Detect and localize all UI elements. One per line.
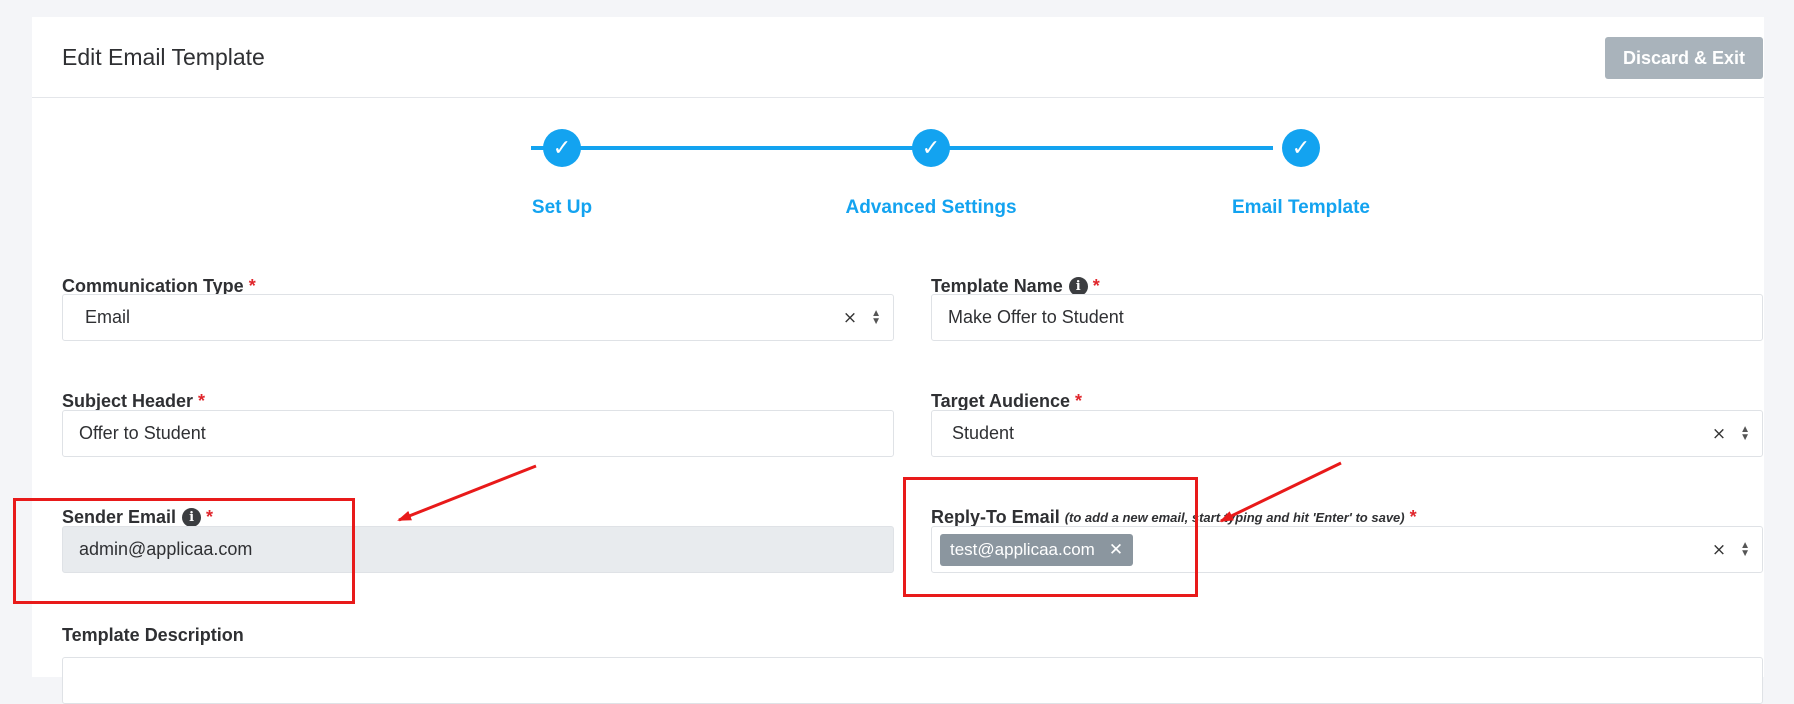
annotation-arrow [397, 464, 537, 522]
annotation-arrows [397, 461, 1342, 523]
template-description-input[interactable] [62, 657, 1763, 704]
annotation-arrow [1219, 461, 1342, 523]
